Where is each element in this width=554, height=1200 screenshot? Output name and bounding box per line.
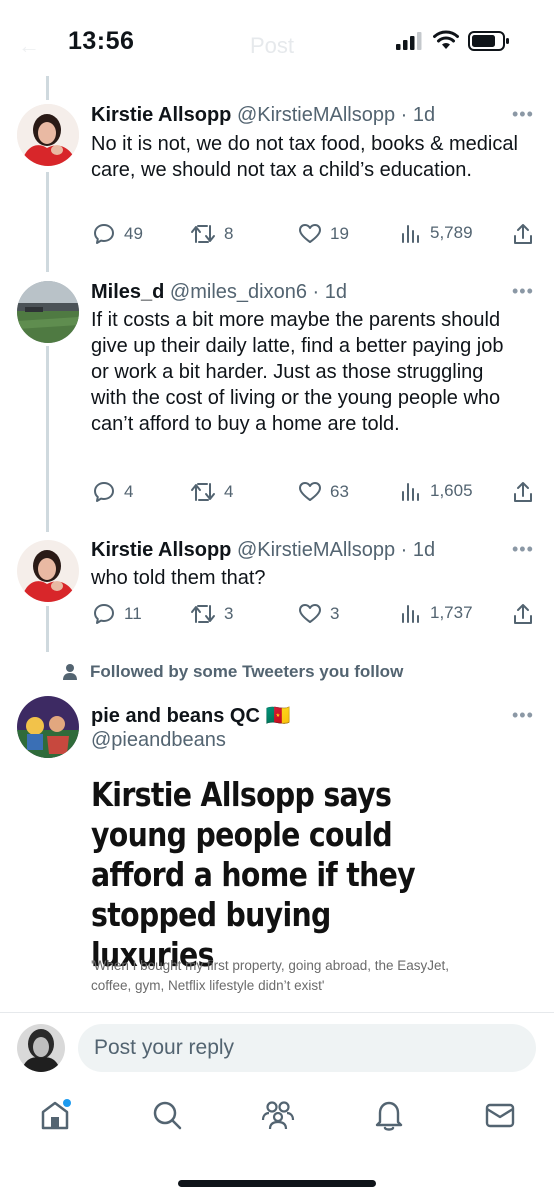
tweet-text: who told them that? [91,567,266,589]
reply-count: 11 [124,604,142,623]
share-icon[interactable] [512,480,534,504]
views-action[interactable]: 1,737 [400,602,473,624]
reply-icon [94,604,114,624]
header-title: Post [250,33,295,58]
thread-line [46,606,49,652]
avatar[interactable] [17,696,79,758]
retweet-icon [191,605,215,623]
views-action[interactable]: 1,605 [400,480,473,502]
retweet-count: 3 [224,604,234,623]
view-count: 1,605 [430,481,473,500]
more-options-icon[interactable]: ••• [512,539,534,560]
author-handle[interactable]: @KirstieMAllsopp · 1d [237,539,435,561]
views-icon [402,605,419,623]
author-handle[interactable]: @pieandbeans [91,729,226,751]
nav-search[interactable] [150,1098,184,1137]
battery-icon [468,31,509,51]
heart-icon [299,604,321,623]
divider [0,1012,554,1013]
like-action[interactable]: 3 [298,602,339,626]
nav-communities[interactable] [260,1098,296,1137]
flag-icon: 🇨🇲 [265,705,291,727]
share-icon[interactable] [512,602,534,626]
avatar[interactable] [17,281,79,343]
nav-messages[interactable] [483,1098,517,1137]
like-count: 3 [330,604,340,623]
more-options-icon[interactable]: ••• [512,104,534,125]
thread-line [46,172,49,272]
reply-icon [94,224,114,244]
like-count: 63 [330,482,349,501]
retweet-action[interactable]: 4 [190,480,233,504]
thread-line [46,346,49,532]
views-icon [402,225,419,243]
retweet-count: 8 [224,224,234,243]
followed-notice: Followed by some Tweeters you follow [62,662,403,682]
avatar[interactable] [17,104,79,166]
article-subtext: 'When I bought my first property, going … [91,958,450,993]
view-count: 1,737 [430,603,473,622]
view-count: 5,789 [430,223,473,242]
author-name[interactable]: Kirstie Allsopp [91,539,231,561]
views-icon [402,483,419,501]
reply-icon [94,482,114,502]
reply-action[interactable]: 49 [92,222,143,246]
heart-icon [299,224,321,243]
notifications-icon [375,1101,403,1131]
like-action[interactable]: 63 [298,480,349,504]
author-handle[interactable]: @KirstieMAllsopp · 1d [237,104,435,126]
reply-input[interactable]: Post your reply [78,1024,536,1072]
reply-action[interactable]: 4 [92,480,133,504]
retweet-action[interactable]: 8 [190,222,233,246]
heart-icon [299,482,321,501]
nav-home[interactable] [38,1098,72,1137]
my-avatar [17,1024,65,1072]
avatar[interactable] [17,540,79,602]
author-name[interactable]: pie and beans QC [91,705,260,727]
author-name[interactable]: Kirstie Allsopp [91,104,231,126]
thread-line [46,76,49,100]
reply-count: 4 [124,482,134,501]
like-count: 19 [330,224,349,243]
retweet-action[interactable]: 3 [190,602,233,626]
retweet-count: 4 [224,482,234,501]
wifi-icon [433,30,459,49]
author-name[interactable]: Miles_d [91,281,164,303]
search-icon [153,1101,182,1130]
reply-count: 49 [124,224,143,243]
nav-notifications[interactable] [372,1098,406,1137]
more-options-icon[interactable]: ••• [512,705,534,726]
back-arrow-icon[interactable]: ← [18,33,40,59]
home-indicator [178,1180,376,1187]
person-icon [63,664,77,680]
home-icon [41,1099,71,1130]
like-action[interactable]: 19 [298,222,349,246]
article-headline[interactable]: Kirstie Allsopp says young people could … [91,775,452,975]
reply-action[interactable]: 11 [92,602,142,626]
retweet-icon [191,483,215,501]
retweet-icon [191,225,215,243]
author-handle[interactable]: @miles_dixon6 · 1d [170,281,347,303]
status-time: 13:56 [68,27,135,55]
communities-icon [261,1101,295,1130]
more-options-icon[interactable]: ••• [512,281,534,302]
tweet-text: If it costs a bit more maybe the parents… [91,309,504,435]
messages-icon [485,1103,515,1128]
views-action[interactable]: 5,789 [400,222,473,244]
tweet-text: No it is not, we do not tax food, books … [91,133,518,181]
followed-notice-text: Followed by some Tweeters you follow [90,662,404,681]
cellular-signal-icon [396,32,422,50]
share-icon[interactable] [512,222,534,246]
